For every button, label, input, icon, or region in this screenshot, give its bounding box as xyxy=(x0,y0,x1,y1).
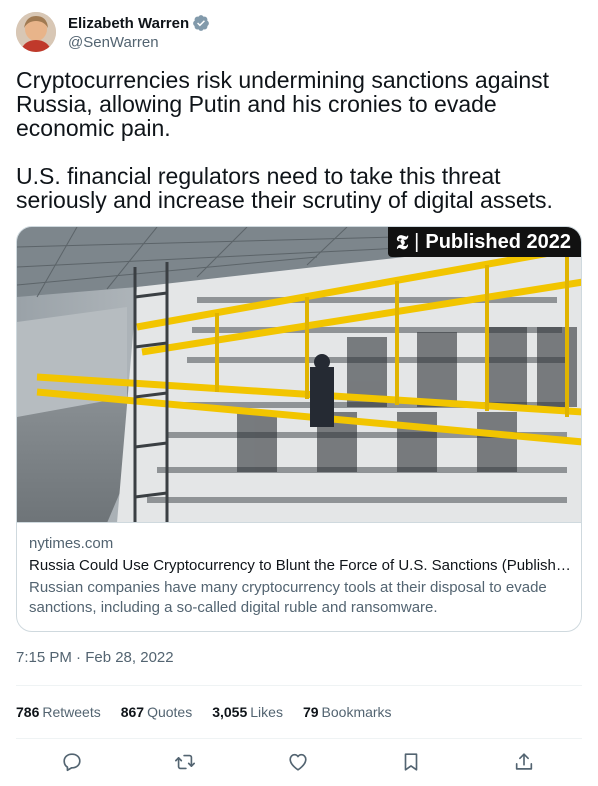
bookmark-icon xyxy=(404,753,418,771)
tweet-paragraph-2: U.S. financial regulators need to take t… xyxy=(16,163,553,213)
bookmarks-label: Bookmarks xyxy=(321,704,392,720)
tweet-paragraph-1: Cryptocurrencies risk undermining sancti… xyxy=(16,67,550,141)
reply-icon xyxy=(63,753,81,772)
link-card[interactable]: 𝕿 | Published 2022 nytimes.com Russia Co… xyxy=(16,226,582,632)
retweets-label: Retweets xyxy=(42,704,101,720)
quotes-count: 867 xyxy=(120,704,145,720)
card-title[interactable]: Russia Could Use Cryptocurrency to Blunt… xyxy=(29,556,571,576)
card-domain: nytimes.com xyxy=(29,535,114,552)
bookmarks-stat[interactable]: 79 Bookmarks xyxy=(303,702,392,722)
heart-icon xyxy=(289,753,307,771)
reply-button[interactable] xyxy=(61,751,85,775)
like-button[interactable] xyxy=(287,751,311,775)
share-icon xyxy=(515,753,533,770)
author-name[interactable]: Elizabeth Warren xyxy=(68,15,189,32)
quotes-label: Quotes xyxy=(147,704,193,720)
author-info: Elizabeth Warren @SenWarren xyxy=(68,13,210,51)
retweet-icon xyxy=(175,754,195,770)
bookmarks-count: 79 xyxy=(302,704,319,720)
retweets-stat[interactable]: 786 Retweets xyxy=(16,702,101,722)
retweets-count: 786 xyxy=(16,704,40,720)
likes-count: 3,055 xyxy=(212,704,248,720)
bookmark-button[interactable] xyxy=(400,751,424,775)
likes-label: Likes xyxy=(250,704,283,720)
nyt-logo-icon: 𝕿 xyxy=(395,230,409,254)
tweet-text: Cryptocurrencies risk undermining sancti… xyxy=(16,68,582,212)
share-button[interactable] xyxy=(513,751,537,775)
badge-separator: | xyxy=(414,230,420,253)
verified-badge-icon xyxy=(192,14,210,32)
retweet-button[interactable] xyxy=(174,751,198,775)
card-image[interactable]: 𝕿 | Published 2022 xyxy=(17,227,581,523)
badge-text: Published 2022 xyxy=(425,230,571,253)
likes-stat[interactable]: 3,055 Likes xyxy=(212,702,283,722)
avatar[interactable] xyxy=(16,12,56,52)
card-description: Russian companies have many cryptocurren… xyxy=(29,579,547,616)
tweet-timestamp[interactable]: 7:15 PM · Feb 28, 2022 xyxy=(16,648,174,668)
published-badge: 𝕿 | Published 2022 xyxy=(387,227,581,257)
author-handle[interactable]: @SenWarren xyxy=(68,34,210,51)
tweet-stats: 786 Retweets 867 Quotes 3,055 Likes 79 Bookm… xyxy=(16,702,412,722)
tweet-header: Elizabeth Warren @SenWarren xyxy=(16,12,582,56)
quotes-stat[interactable]: 867 Quotes xyxy=(121,702,193,722)
action-bar xyxy=(16,746,582,780)
card-body[interactable]: nytimes.com Russia Could Use Cryptocurre… xyxy=(29,534,571,618)
divider xyxy=(16,685,582,686)
divider xyxy=(16,738,582,739)
